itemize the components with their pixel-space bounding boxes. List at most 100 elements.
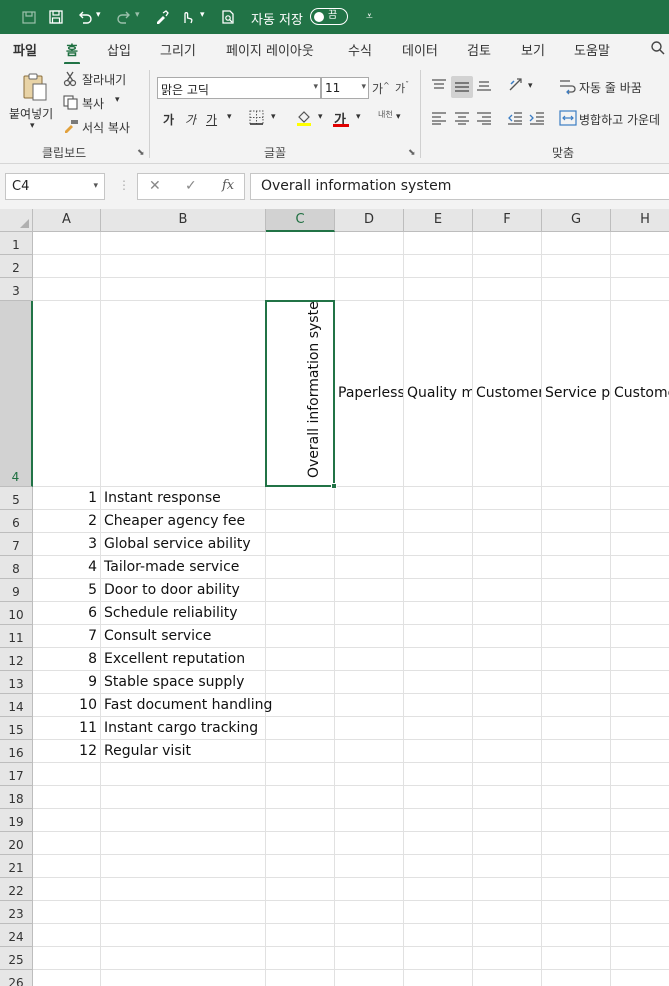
- cell-d17[interactable]: [335, 763, 404, 786]
- redo-dropdown-icon[interactable]: ▾: [135, 10, 140, 20]
- cell-a5[interactable]: 1: [33, 487, 101, 510]
- row-header-17[interactable]: 17: [0, 763, 33, 786]
- cell-d8[interactable]: [335, 556, 404, 579]
- cell-c1[interactable]: [266, 232, 335, 255]
- tab-view[interactable]: 보기: [521, 40, 545, 59]
- select-all-corner[interactable]: [0, 209, 33, 232]
- cell-f5[interactable]: [473, 487, 542, 510]
- cell-e10[interactable]: [404, 602, 473, 625]
- cell-e25[interactable]: [404, 947, 473, 970]
- cell-d10[interactable]: [335, 602, 404, 625]
- cell-b22[interactable]: [101, 878, 266, 901]
- cell-a10[interactable]: 6: [33, 602, 101, 625]
- undo-icon[interactable]: [76, 8, 94, 26]
- row-header-5[interactable]: 5: [0, 487, 33, 510]
- cell-g24[interactable]: [542, 924, 611, 947]
- cell-a14[interactable]: 10: [33, 694, 101, 717]
- cell-g25[interactable]: [542, 947, 611, 970]
- cell-c22[interactable]: [266, 878, 335, 901]
- cell-c21[interactable]: [266, 855, 335, 878]
- cell-d2[interactable]: [335, 255, 404, 278]
- cell-h11[interactable]: [611, 625, 669, 648]
- cell-d14[interactable]: [335, 694, 404, 717]
- cell-f16[interactable]: [473, 740, 542, 763]
- cut-button[interactable]: 잘라내기: [82, 71, 126, 88]
- cell-d9[interactable]: [335, 579, 404, 602]
- cell-d7[interactable]: [335, 533, 404, 556]
- cell-f25[interactable]: [473, 947, 542, 970]
- cell-e1[interactable]: [404, 232, 473, 255]
- cell-g10[interactable]: [542, 602, 611, 625]
- row-header-15[interactable]: 15: [0, 717, 33, 740]
- cell-g16[interactable]: [542, 740, 611, 763]
- cell-a26[interactable]: [33, 970, 101, 986]
- wrap-text-icon[interactable]: [559, 78, 577, 100]
- align-center-icon[interactable]: [454, 111, 470, 129]
- cell-d23[interactable]: [335, 901, 404, 924]
- cell-h1[interactable]: [611, 232, 669, 255]
- increase-indent-icon[interactable]: [529, 111, 545, 129]
- cell-f22[interactable]: [473, 878, 542, 901]
- cell-b20[interactable]: [101, 832, 266, 855]
- merge-center-button[interactable]: 병합하고 가운데: [579, 111, 660, 128]
- italic-button[interactable]: 가: [185, 111, 196, 128]
- row-header-14[interactable]: 14: [0, 694, 33, 717]
- column-header-a[interactable]: A: [33, 209, 101, 232]
- cell-f2[interactable]: [473, 255, 542, 278]
- cell-d3[interactable]: [335, 278, 404, 301]
- cell-a16[interactable]: 12: [33, 740, 101, 763]
- cell-f18[interactable]: [473, 786, 542, 809]
- cell-f11[interactable]: [473, 625, 542, 648]
- cell-h12[interactable]: [611, 648, 669, 671]
- cell-g6[interactable]: [542, 510, 611, 533]
- cell-a20[interactable]: [33, 832, 101, 855]
- cell-e7[interactable]: [404, 533, 473, 556]
- cell-h15[interactable]: [611, 717, 669, 740]
- cell-h9[interactable]: [611, 579, 669, 602]
- autosave-icon[interactable]: [20, 8, 38, 26]
- cell-f8[interactable]: [473, 556, 542, 579]
- cell-d5[interactable]: [335, 487, 404, 510]
- cell-d16[interactable]: [335, 740, 404, 763]
- cell-c11[interactable]: [266, 625, 335, 648]
- cell-d12[interactable]: [335, 648, 404, 671]
- customize-toolbar-icon[interactable]: ⩡: [366, 9, 373, 24]
- format-painter-icon-ribbon[interactable]: [63, 119, 79, 137]
- cell-f10[interactable]: [473, 602, 542, 625]
- cell-g9[interactable]: [542, 579, 611, 602]
- cell-g15[interactable]: [542, 717, 611, 740]
- border-icon[interactable]: [249, 110, 264, 129]
- cell-d21[interactable]: [335, 855, 404, 878]
- phonetic-button[interactable]: 내천: [378, 109, 393, 120]
- cell-e13[interactable]: [404, 671, 473, 694]
- phonetic-dropdown-icon[interactable]: ▾: [396, 112, 401, 122]
- cell-h4[interactable]: Custome: [611, 301, 669, 487]
- cell-c17[interactable]: [266, 763, 335, 786]
- cell-d4[interactable]: Paperless: [335, 301, 404, 487]
- align-middle-icon[interactable]: [451, 76, 473, 98]
- cell-b23[interactable]: [101, 901, 266, 924]
- row-header-23[interactable]: 23: [0, 901, 33, 924]
- copy-dropdown-icon[interactable]: ▾: [115, 95, 120, 105]
- font-name-select[interactable]: 맑은 고딕 ▾: [157, 77, 321, 99]
- tab-review[interactable]: 검토: [467, 40, 491, 59]
- cell-e17[interactable]: [404, 763, 473, 786]
- row-header-24[interactable]: 24: [0, 924, 33, 947]
- cell-c13[interactable]: [266, 671, 335, 694]
- cell-e3[interactable]: [404, 278, 473, 301]
- cell-c24[interactable]: [266, 924, 335, 947]
- tab-help[interactable]: 도움말: [574, 40, 610, 59]
- cell-f24[interactable]: [473, 924, 542, 947]
- column-header-e[interactable]: E: [404, 209, 473, 232]
- cell-a12[interactable]: 8: [33, 648, 101, 671]
- cell-a22[interactable]: [33, 878, 101, 901]
- cell-g7[interactable]: [542, 533, 611, 556]
- column-header-b[interactable]: B: [101, 209, 266, 232]
- row-header-18[interactable]: 18: [0, 786, 33, 809]
- cell-a18[interactable]: [33, 786, 101, 809]
- more-icon[interactable]: ⋮: [118, 178, 130, 192]
- tab-page-layout[interactable]: 페이지 레이아웃: [226, 40, 314, 59]
- cell-h24[interactable]: [611, 924, 669, 947]
- cell-a3[interactable]: [33, 278, 101, 301]
- cell-g11[interactable]: [542, 625, 611, 648]
